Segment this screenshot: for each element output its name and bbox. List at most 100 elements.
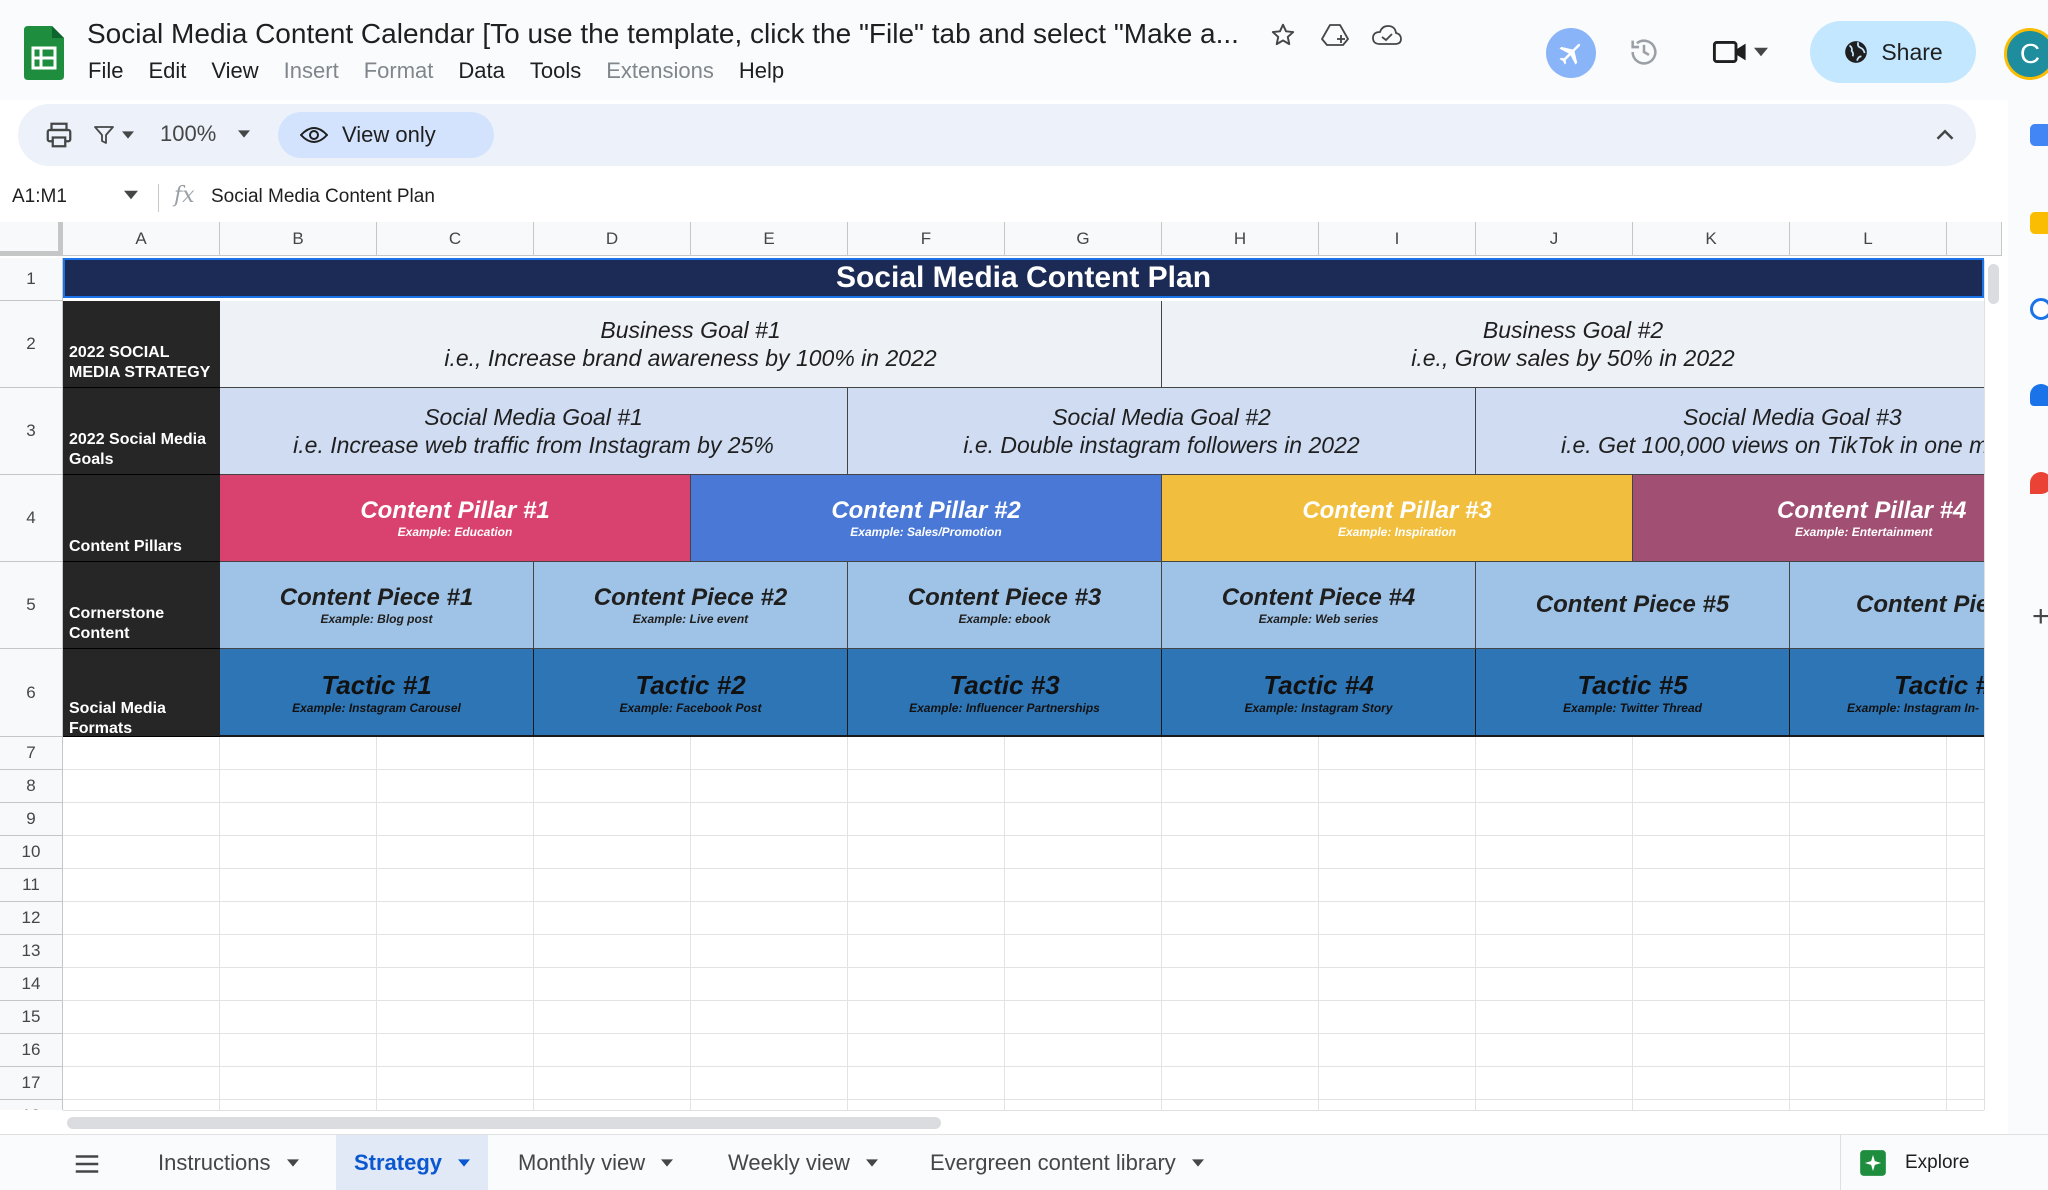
menu-tools[interactable]: Tools [530,58,581,84]
column-header[interactable]: K [1633,222,1790,256]
all-sheets-menu-icon[interactable] [72,1149,102,1179]
column-header[interactable]: A [63,222,220,256]
social-goal-cell[interactable]: Social Media Goal #2 i.e. Double instagr… [848,388,1476,475]
version-history-button[interactable] [1624,32,1664,72]
contacts-icon[interactable] [2030,384,2048,406]
menu-format[interactable]: Format [364,58,434,84]
menu-view[interactable]: View [211,58,258,84]
business-goal-cell[interactable]: Business Goal #1 i.e., Increase brand aw… [220,301,1162,388]
view-only-button[interactable]: View only [278,112,494,158]
row-label-strategy[interactable]: 2022 SOCIAL MEDIA STRATEGY [63,301,220,388]
column-header[interactable]: F [848,222,1005,256]
content-piece-cell[interactable]: Content Piece #3 Example: ebook [848,562,1162,649]
row-label-formats[interactable]: Social Media Formats [63,649,220,737]
content-piece-cell[interactable]: Content Piece #2 Example: Live event [534,562,848,649]
star-icon[interactable] [1268,20,1298,50]
menu-extensions[interactable]: Extensions [606,58,714,84]
content-piece-cell[interactable]: Content Pie [1790,562,1984,649]
row-header[interactable]: 7 [0,737,63,770]
add-addon-icon[interactable]: + [2032,600,2048,634]
avatar[interactable]: C [2004,28,2048,80]
tasks-icon[interactable] [2030,298,2048,320]
content-piece-cell[interactable]: Content Piece #5 [1476,562,1790,649]
sheet-tab-weekly-view[interactable]: Weekly view [710,1135,896,1190]
sheet-tab-strategy[interactable]: Strategy [336,1135,489,1190]
content-pillar-cell[interactable]: Content Pillar #3 Example: Inspiration [1162,475,1633,562]
tactic-cell[interactable]: Tactic #5 Example: Twitter Thread [1476,649,1790,737]
column-header[interactable]: C [377,222,534,256]
row-header[interactable]: 6 [0,649,63,737]
social-goal-cell[interactable]: Social Media Goal #1 i.e. Increase web t… [220,388,848,475]
horizontal-scrollbar[interactable] [63,1110,1984,1134]
filter-button[interactable] [92,120,142,150]
column-header[interactable]: D [534,222,691,256]
maps-icon[interactable] [2030,472,2048,494]
content-pillar-cell[interactable]: Content Pillar #4 Example: Entertainment [1633,475,1984,562]
vertical-scrollbar[interactable] [1984,260,2002,1110]
menu-help[interactable]: Help [739,58,784,84]
tactic-cell[interactable]: Tactic #4 Example: Instagram Story [1162,649,1476,737]
document-title[interactable]: Social Media Content Calendar [To use th… [87,18,1239,50]
share-button[interactable]: Share [1810,21,1976,83]
vertical-scroll-thumb[interactable] [1988,264,1999,304]
content-piece-cell[interactable]: Content Piece #4 Example: Web series [1162,562,1476,649]
row-header[interactable]: 8 [0,770,63,803]
chevron-down-icon[interactable] [124,190,138,200]
row-header[interactable]: 3 [0,388,63,475]
column-header[interactable]: G [1005,222,1162,256]
content-pillar-cell[interactable]: Content Pillar #2 Example: Sales/Promoti… [691,475,1162,562]
print-icon[interactable] [44,120,74,150]
menu-file[interactable]: File [88,58,123,84]
spreadsheet-grid[interactable]: ABCDEFGHIJKL 123456789101112131415161718… [0,222,2002,1110]
row-header[interactable]: 1 [0,258,63,301]
content-piece-cell[interactable]: Content Piece #1 Example: Blog post [220,562,534,649]
name-box[interactable]: A1:M1 [12,186,67,208]
menu-insert[interactable]: Insert [284,58,339,84]
content-pillar-cell[interactable]: Content Pillar #1 Example: Education [220,475,691,562]
meet-button[interactable] [1712,34,1778,70]
row-label-cornerstone[interactable]: Cornerstone Content [63,562,220,649]
social-goal-cell[interactable]: Social Media Goal #3 i.e. Get 100,000 vi… [1476,388,1984,475]
row-header[interactable]: 13 [0,935,63,968]
column-header[interactable]: L [1790,222,1947,256]
column-header[interactable]: H [1162,222,1319,256]
row-header[interactable]: 2 [0,301,63,388]
menu-data[interactable]: Data [458,58,504,84]
plan-title-cell[interactable]: Social Media Content Plan [63,258,1984,298]
keep-icon[interactable] [2030,212,2048,234]
extension-button[interactable] [1546,28,1596,78]
column-header[interactable]: I [1319,222,1476,256]
row-header[interactable]: 9 [0,803,63,836]
move-to-drive-icon[interactable] [1320,20,1350,50]
sheet-tab-monthly-view[interactable]: Monthly view [500,1135,691,1190]
menu-edit[interactable]: Edit [148,58,186,84]
row-header[interactable]: 17 [0,1067,63,1100]
column-header[interactable]: B [220,222,377,256]
row-header[interactable]: 16 [0,1034,63,1067]
tactic-cell[interactable]: Tactic # Example: Instagram In- [1790,649,1984,737]
business-goal-cell[interactable]: Business Goal #2 i.e., Grow sales by 50%… [1162,301,1984,388]
row-header[interactable]: 12 [0,902,63,935]
tactic-cell[interactable]: Tactic #3 Example: Influencer Partnershi… [848,649,1162,737]
row-header[interactable]: 5 [0,562,63,649]
column-header[interactable]: E [691,222,848,256]
tactic-cell[interactable]: Tactic #1 Example: Instagram Carousel [220,649,534,737]
cloud-saved-icon[interactable] [1372,20,1402,50]
row-label-goals[interactable]: 2022 Social Media Goals [63,388,220,475]
sheet-tab-evergreen-library[interactable]: Evergreen content library [912,1135,1222,1190]
row-header[interactable]: 11 [0,869,63,902]
tactic-cell[interactable]: Tactic #2 Example: Facebook Post [534,649,848,737]
sheet-tab-instructions[interactable]: Instructions [140,1135,317,1190]
row-label-pillars[interactable]: Content Pillars [63,475,220,562]
explore-button[interactable]: Explore [1840,1135,2010,1190]
column-header[interactable]: J [1476,222,1633,256]
select-all-corner[interactable] [0,222,63,256]
row-header[interactable]: 4 [0,475,63,562]
chevron-up-icon[interactable] [1930,120,1960,150]
horizontal-scroll-thumb[interactable] [67,1117,941,1129]
row-header[interactable]: 10 [0,836,63,869]
zoom-select[interactable]: 100% [160,121,251,147]
row-header[interactable]: 15 [0,1001,63,1034]
row-header[interactable]: 18 [0,1100,63,1110]
formula-input[interactable]: Social Media Content Plan [211,186,435,208]
